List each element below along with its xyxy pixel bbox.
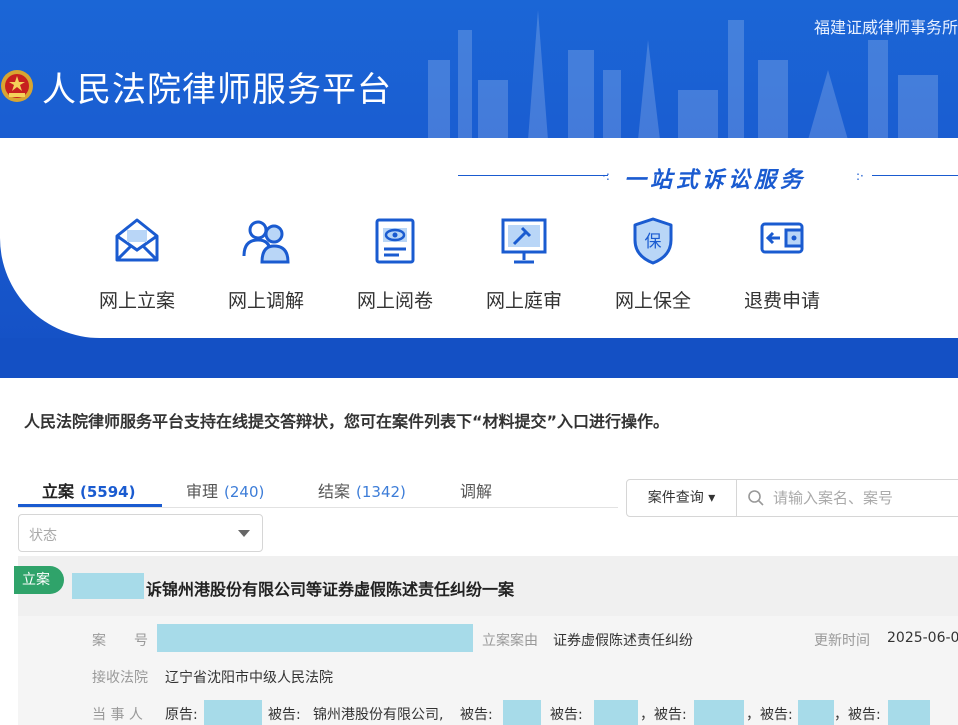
monitor-gavel-icon [501,218,547,264]
status-placeholder: 状态 [29,528,57,544]
defendant-prefix: 被告: [550,707,583,723]
slogan-line-left [458,175,608,176]
service-online-preservation[interactable]: 保 网上保全 [588,216,718,313]
tab-count: (1342) [356,483,406,501]
search-input[interactable] [773,482,958,514]
defendant-prefix: ，被告: [746,707,793,723]
case-cause-value: 证券虚假陈述责任纠纷 [553,633,693,649]
law-firm-name: 福建证威律师事务所 [813,18,958,37]
tab-label: 结案 [318,482,351,501]
redacted-party [594,700,638,725]
service-online-hearing[interactable]: 网上庭审 [459,216,589,313]
parties-label: 当 事 人 [92,707,143,723]
defendant-prefix: ，被告: [640,707,687,723]
status-filter-select[interactable]: 状态 [18,514,263,552]
tab-label: 调解 [460,482,493,501]
people-icon [242,220,290,264]
svg-text:保: 保 [645,232,662,252]
case-cause-label: 立案案由 [482,633,538,649]
chevron-down-icon [238,530,250,537]
notice-text: 人民法院律师服务平台支持在线提交答辩状，您可在案件列表下“材料提交”入口进行操作… [24,412,670,431]
document-eye-icon [375,218,415,264]
redacted-case-number [157,624,473,652]
service-label: 网上庭审 [485,290,562,312]
service-online-file-review[interactable]: 网上阅卷 [330,216,460,313]
service-label: 网上阅卷 [356,290,433,312]
active-tab-indicator [18,504,162,507]
tabs-divider [18,507,618,508]
redacted-party [694,700,744,725]
redacted-plaintiff-name [72,573,144,599]
case-status-tag: 立案 [14,566,64,594]
service-label: 网上调解 [227,290,304,312]
service-label: 退费申请 [743,290,820,312]
receiving-court-label: 接收法院 [92,670,148,686]
tab-filed[interactable]: 立案 (5594) [42,478,135,502]
search-icon[interactable] [747,489,765,507]
envelope-icon [115,218,159,262]
slogan: 一站式诉讼服务 [624,167,807,193]
service-label: 网上立案 [98,290,175,312]
platform-title: 人民法院律师服务平台 [42,70,392,110]
tab-closed[interactable]: 结案 (1342) [318,478,406,502]
updated-time-value: 2025-06-0 [887,630,958,646]
defendant-named: 锦州港股份有限公司, [313,707,444,723]
slogan-dots-left: ·: [602,169,610,183]
defendant-prefix: ，被告: [834,707,881,723]
slogan-dots-right: :· [856,169,864,183]
service-refund-request[interactable]: 退费申请 [717,216,847,313]
search-type-dropdown[interactable]: 案件查询 ▾ [627,480,737,516]
court-emblem-icon [1,70,33,102]
redacted-party [204,700,262,725]
slogan-line-right [872,175,958,176]
tab-trial[interactable]: 审理 (240) [186,478,264,502]
case-title[interactable]: 诉锦州港股份有限公司等证券虚假陈述责任纠纷一案 [146,576,514,600]
plaintiff-prefix: 原告: [165,707,198,723]
tab-label: 立案 [42,482,75,501]
defendant-prefix: 被告: [460,707,493,723]
redacted-party [503,700,541,725]
redacted-party [798,700,834,725]
refund-icon [760,222,804,254]
service-online-filing[interactable]: 网上立案 [72,216,202,313]
tab-count: (240) [224,483,265,501]
scroll-fade [930,690,958,725]
tab-label: 审理 [186,482,219,501]
case-search: 案件查询 ▾ [626,479,958,517]
service-menu: 网上立案 网上调解 网上阅卷 网上庭审 保 网上保全 退费申请 [70,216,870,316]
shield-icon: 保 [633,217,673,265]
redacted-party [888,700,930,725]
case-number-label: 案 号 [92,633,148,649]
service-label: 网上保全 [614,290,691,312]
updated-time-label: 更新时间 [814,633,870,649]
tab-count: (5594) [80,483,136,501]
receiving-court-value: 辽宁省沈阳市中级人民法院 [165,670,333,686]
defendant-prefix: 被告: [268,707,301,723]
service-online-mediation[interactable]: 网上调解 [201,216,331,313]
banner-bottom-band [0,338,958,378]
tab-mediation[interactable]: 调解 [460,478,492,502]
